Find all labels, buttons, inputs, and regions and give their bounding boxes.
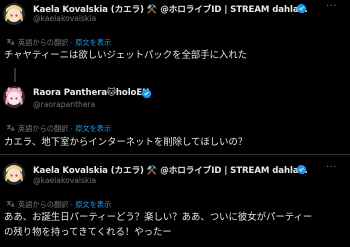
tweet-text-line-2: の残り物を持ってきてくれる！やったー [4, 227, 172, 238]
tweet-divider [0, 154, 350, 155]
show-original-link[interactable]: 原文を表示 [75, 38, 111, 47]
tweet-text: カエラ、地下室からインターネットを削除してほしいの？ [4, 137, 248, 148]
translate-icon [6, 125, 15, 132]
tweet-text: チャヤティーニは欲しいジェットパックを全部手に入れた [4, 50, 248, 61]
translate-icon [6, 39, 15, 46]
translation-notice: 英語からの翻訳 · 原文を表示 [6, 200, 111, 210]
show-original-link[interactable]: 原文を表示 [75, 124, 111, 133]
verified-badge-icon [141, 88, 152, 99]
author-name[interactable]: Raora Panthera🐱holoEN [33, 88, 149, 98]
avatar[interactable] [3, 86, 25, 108]
raora-avatar-image [3, 86, 25, 108]
translated-from-label: 英語からの翻訳 [18, 200, 69, 209]
author-name[interactable]: Kaela Kovalskia (カエラ) ⚒️ @ホロライブID | STRE… [33, 164, 308, 176]
author-handle[interactable]: @raorapanthera [33, 100, 95, 109]
verified-badge-icon [296, 3, 307, 14]
translation-notice: 英語からの翻訳 · 原文を表示 [6, 124, 111, 134]
show-original-link[interactable]: 原文を表示 [75, 200, 111, 209]
avatar[interactable] [3, 3, 25, 25]
translation-notice: 英語からの翻訳 · 原文を表示 [6, 38, 111, 48]
translated-from-label: 英語からの翻訳 [18, 124, 69, 133]
thread-connector [14, 68, 16, 82]
more-options-icon[interactable]: ··· [326, 163, 337, 173]
more-options-icon[interactable]: ··· [326, 2, 337, 12]
translate-icon [6, 201, 15, 208]
author-handle[interactable]: @kaelakovalskia [33, 176, 96, 185]
tweet-thread: Kaela Kovalskia (カエラ) ⚒️ @ホロライブID | STRE… [0, 0, 350, 247]
translated-from-label: 英語からの翻訳 [18, 38, 69, 47]
avatar[interactable] [3, 163, 25, 185]
author-handle[interactable]: @kaelakovalskia [33, 14, 96, 23]
kaela-avatar-image [3, 3, 25, 25]
verified-badge-icon [296, 164, 307, 175]
tweet-text-line-1: ああ、お誕生日パーティーどう？楽しい？ああ、ついに彼女がパーティー [4, 212, 313, 223]
kaela-avatar-image [3, 163, 25, 185]
